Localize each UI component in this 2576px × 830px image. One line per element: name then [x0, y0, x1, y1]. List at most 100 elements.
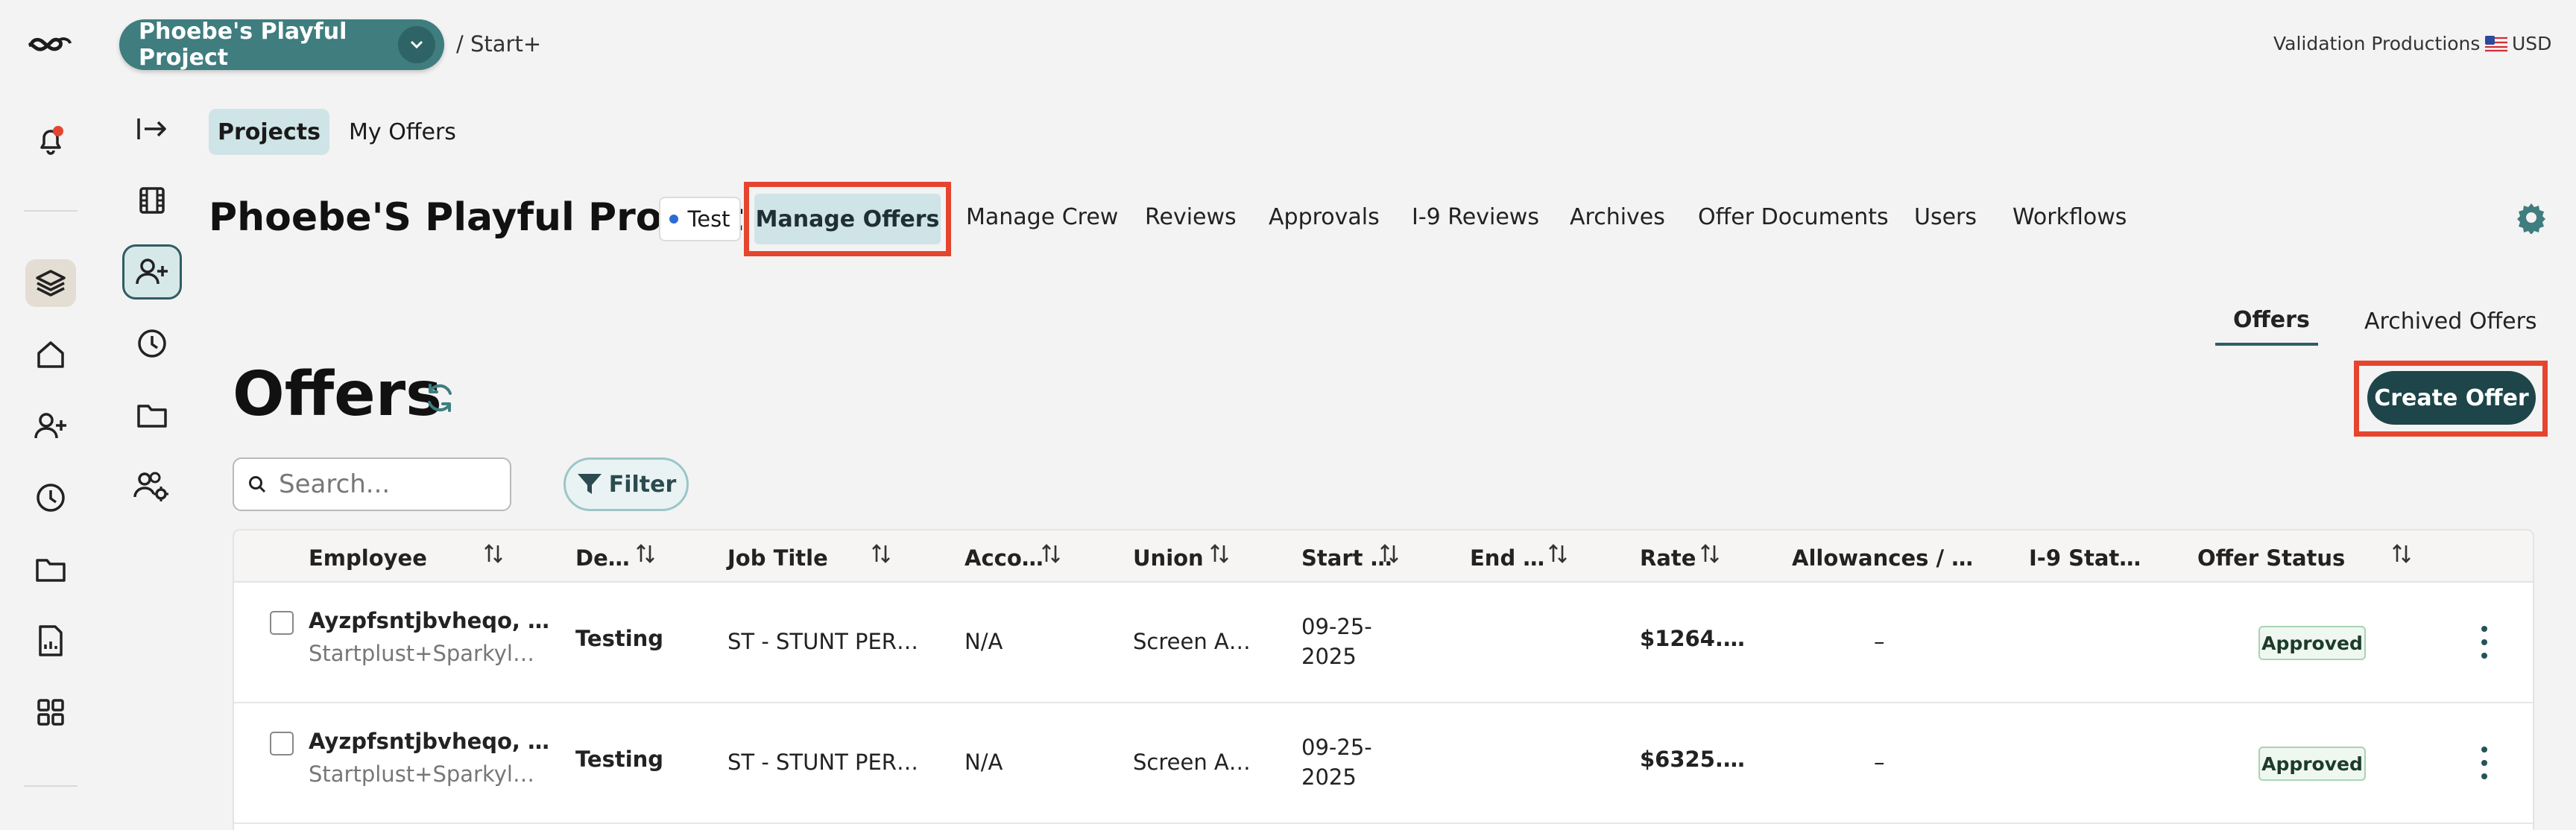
employee-name[interactable]: Ayzpfsntjbvheqo, …	[309, 729, 549, 754]
home-icon[interactable]	[25, 331, 76, 378]
filter-funnel-icon	[577, 474, 602, 494]
table-row[interactable]: Ayzpfsntjbvheqo, … Startplust+Sparkyl… T…	[234, 703, 2533, 824]
active-tab-indicator	[2215, 343, 2318, 346]
sort-icon[interactable]	[1209, 542, 1230, 565]
nav-reviews[interactable]: Reviews	[1145, 204, 1237, 230]
search-icon	[249, 476, 266, 493]
nav-approvals[interactable]: Approvals	[1269, 204, 1380, 230]
film-icon[interactable]	[122, 173, 182, 228]
department: Testing	[575, 626, 664, 651]
more-options-icon[interactable]	[2473, 747, 2496, 779]
row-checkbox[interactable]	[270, 732, 294, 755]
start-date-line1: 09-25-	[1301, 735, 1372, 760]
tab-my-offers[interactable]: My Offers	[343, 109, 462, 155]
offers-table: Employee De… Job Title Acco… Union Start…	[233, 529, 2534, 830]
refresh-icon[interactable]	[422, 380, 458, 416]
sort-icon[interactable]	[1379, 542, 1400, 565]
more-options-icon[interactable]	[2473, 626, 2496, 659]
start-date-line2: 2025	[1301, 644, 1357, 669]
rate: $1264.…	[1640, 626, 1745, 651]
offers-heading: Offers	[233, 359, 442, 430]
project-selector[interactable]: Phoebe's Playful Project	[119, 19, 444, 71]
tab-archived-offers[interactable]: Archived Offers	[2364, 308, 2537, 335]
col-end-date[interactable]: End …	[1470, 545, 1544, 571]
sort-icon[interactable]	[483, 542, 504, 565]
col-allowances[interactable]: Allowances / …	[1792, 545, 1973, 571]
tab-projects[interactable]: Projects	[209, 109, 329, 155]
union: Screen A…	[1133, 750, 1251, 775]
nav-offer-documents[interactable]: Offer Documents	[1698, 204, 1889, 230]
employee-email: Startplust+Sparkyl…	[309, 641, 534, 666]
col-account[interactable]: Acco…	[965, 545, 1044, 571]
currency-label: USD	[2512, 33, 2552, 54]
apps-grid-icon[interactable]	[25, 688, 76, 736]
sort-icon[interactable]	[2391, 542, 2412, 565]
filter-label: Filter	[608, 471, 677, 498]
job-title: ST - STUNT PER…	[727, 750, 918, 775]
union: Screen A…	[1133, 629, 1251, 654]
layers-icon[interactable]	[25, 259, 76, 307]
col-offer-status[interactable]: Offer Status	[2197, 545, 2345, 571]
us-flag-icon	[2485, 35, 2507, 52]
settings-gear-icon[interactable]	[2515, 201, 2548, 234]
account: N/A	[965, 629, 1003, 654]
nav-users[interactable]: Users	[1914, 204, 1977, 230]
documents-folder-icon[interactable]	[122, 387, 182, 443]
environment-badge-label: Test	[687, 206, 730, 232]
account: N/A	[965, 750, 1003, 775]
sort-icon[interactable]	[635, 542, 656, 565]
table-row[interactable]: Ayzpfsntjbvheqo, … Startplust+Sparkyl… T…	[234, 583, 2533, 703]
nav-manage-crew[interactable]: Manage Crew	[966, 204, 1118, 230]
history-clock-icon[interactable]	[122, 316, 182, 371]
clock-icon[interactable]	[25, 474, 76, 522]
sort-icon[interactable]	[1547, 542, 1568, 565]
col-i9-status[interactable]: I-9 Stat…	[2029, 545, 2141, 571]
nav-workflows[interactable]: Workflows	[2012, 204, 2127, 230]
environment-badge: Test	[659, 197, 741, 241]
currency-selector[interactable]: USD	[2485, 33, 2551, 54]
filter-button[interactable]: Filter	[564, 457, 689, 511]
allowances: –	[1874, 629, 1885, 654]
status-dot-icon	[669, 215, 679, 224]
employee-email: Startplust+Sparkyl…	[309, 761, 534, 787]
nav-archives[interactable]: Archives	[1570, 204, 1665, 230]
rate: $6325.…	[1640, 747, 1745, 772]
search-box[interactable]	[233, 457, 511, 511]
sort-icon[interactable]	[871, 542, 891, 565]
breadcrumb[interactable]: / Start+	[456, 31, 541, 57]
col-union[interactable]: Union	[1133, 545, 1204, 571]
employee-name[interactable]: Ayzpfsntjbvheqo, …	[309, 608, 549, 633]
collapse-sidebar-icon[interactable]	[122, 101, 182, 156]
company-name[interactable]: Validation Productions	[2273, 33, 2480, 54]
col-employee[interactable]: Employee	[309, 545, 427, 571]
department: Testing	[575, 747, 664, 772]
nav-i9-reviews[interactable]: I-9 Reviews	[1412, 204, 1539, 230]
status-badge: Approved	[2258, 626, 2366, 660]
chevron-down-icon	[398, 26, 435, 63]
folder-icon[interactable]	[25, 545, 76, 593]
search-input[interactable]	[279, 469, 502, 499]
status-badge: Approved	[2258, 747, 2366, 781]
job-title: ST - STUNT PER…	[727, 629, 918, 654]
col-department[interactable]: De…	[575, 545, 630, 571]
start-date-line2: 2025	[1301, 764, 1357, 790]
col-job-title[interactable]: Job Title	[727, 545, 828, 571]
crew-add-user-icon[interactable]	[122, 244, 182, 300]
rail-divider	[24, 210, 78, 212]
nav-manage-offers[interactable]: Manage Offers	[754, 194, 941, 244]
tab-offers[interactable]: Offers	[2233, 307, 2310, 333]
start-date-line1: 09-25-	[1301, 614, 1372, 639]
add-user-icon[interactable]	[25, 402, 76, 450]
col-rate[interactable]: Rate	[1640, 545, 1696, 571]
logo-icon[interactable]	[25, 21, 76, 69]
allowances: –	[1874, 750, 1885, 775]
sort-icon[interactable]	[1041, 542, 1061, 565]
table-header: Employee De… Job Title Acco… Union Start…	[234, 530, 2533, 583]
rail-divider	[24, 785, 78, 787]
users-settings-icon[interactable]	[122, 459, 182, 514]
sort-icon[interactable]	[1699, 542, 1720, 565]
create-offer-button[interactable]: Create Offer	[2367, 371, 2536, 425]
report-document-icon[interactable]	[25, 617, 76, 665]
notifications-bell-icon[interactable]	[25, 116, 76, 164]
row-checkbox[interactable]	[270, 611, 294, 635]
